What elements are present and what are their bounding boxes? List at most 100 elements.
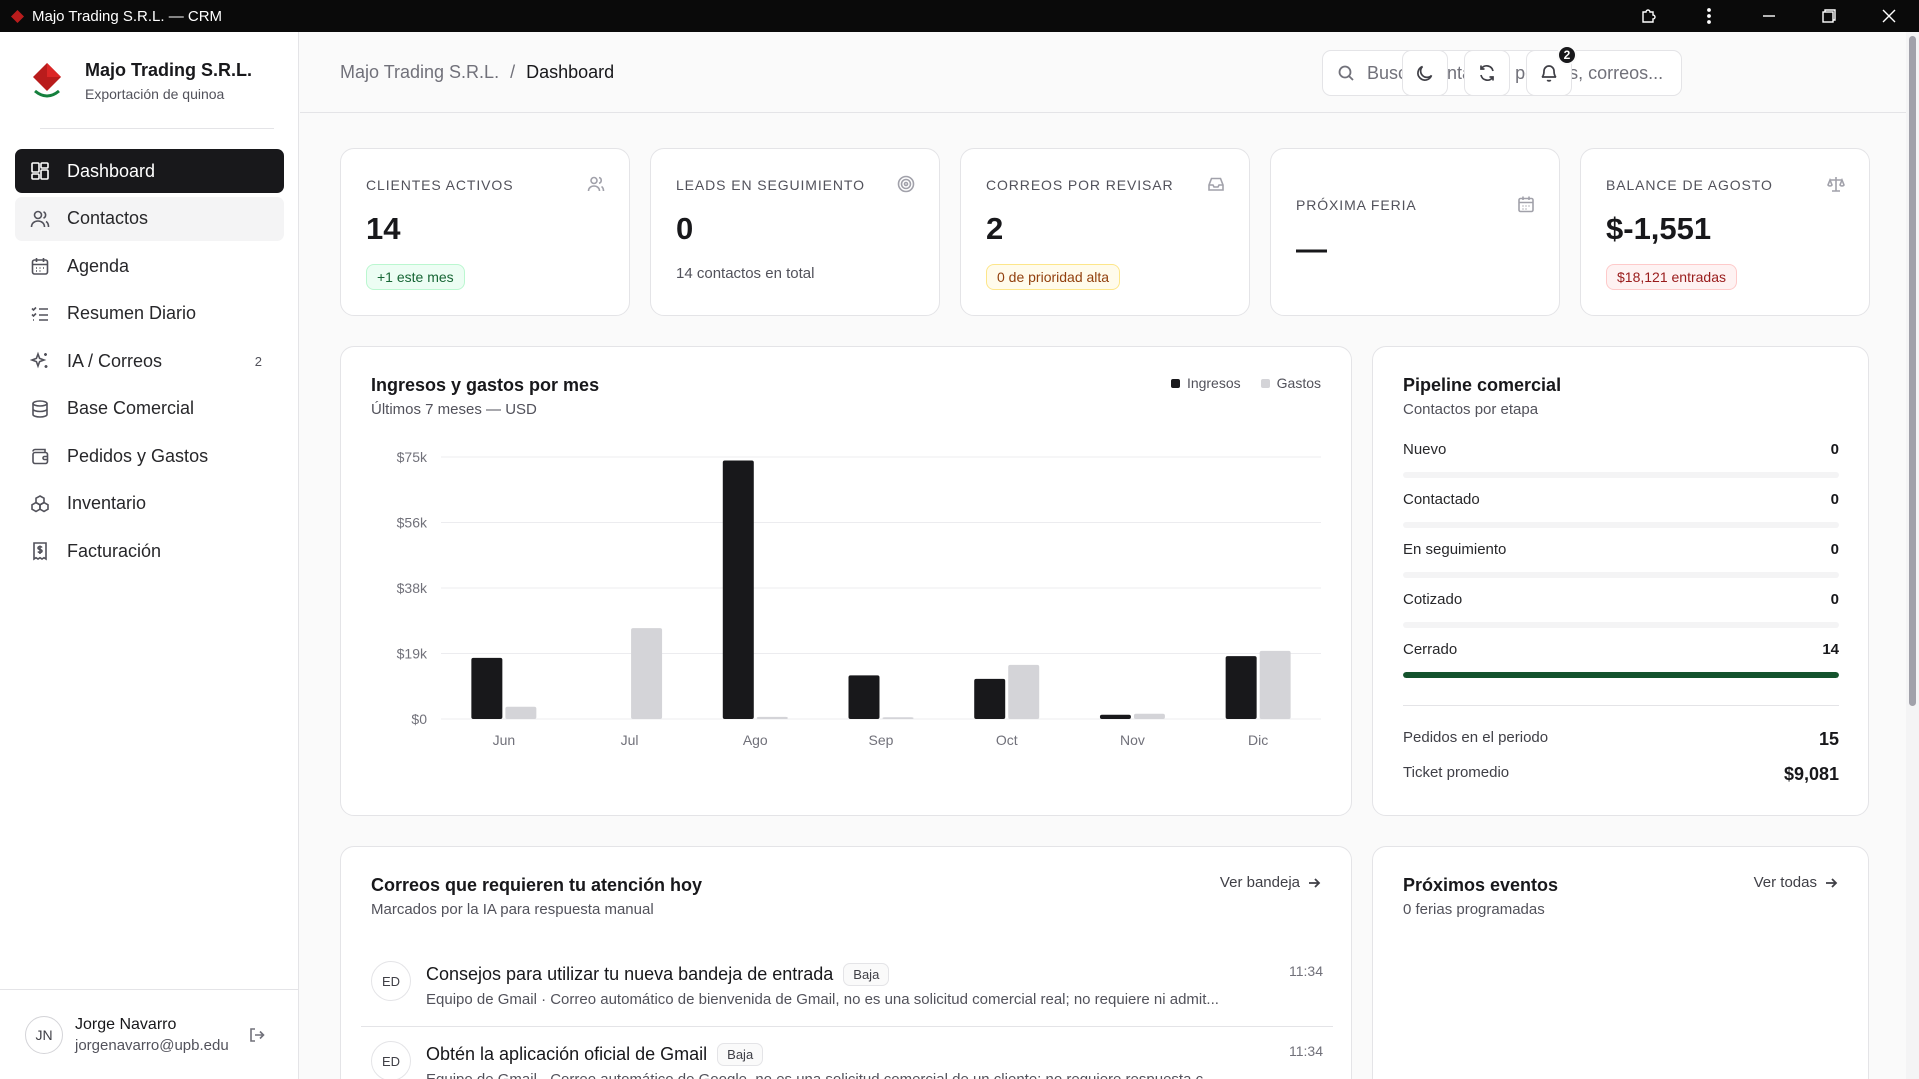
- sidebar: Majo Trading S.R.L. Exportación de quino…: [0, 32, 299, 1079]
- minimize-button[interactable]: [1739, 0, 1799, 32]
- search-icon: [1338, 65, 1354, 81]
- view-inbox-link[interactable]: Ver bandeja: [1220, 874, 1321, 891]
- pipeline-stage-en-seguimiento[interactable]: En seguimiento 0: [1403, 541, 1839, 578]
- y-tick-label: $0: [411, 711, 427, 727]
- sidebar-item-ia-correos[interactable]: IA / Correos 2: [15, 339, 284, 383]
- x-tick-label: Nov: [1120, 732, 1145, 748]
- stat-card-correos-revisar: CORREOS POR REVISAR 2 0 de prioridad alt…: [960, 148, 1250, 316]
- sidebar-item-resumen-diario[interactable]: Resumen Diario: [15, 292, 284, 336]
- divider: [1403, 705, 1839, 706]
- stat-value: 14: [366, 211, 401, 246]
- bell-icon: [1541, 65, 1557, 82]
- stage-count: 0: [1830, 591, 1839, 608]
- y-tick-label: $19k: [397, 646, 428, 662]
- bar-chart: $0 $19k $38k $56k $75k Jun Jul Ago Sep Oct Nov Dic: [397, 449, 1321, 748]
- sidebar-item-dashboard[interactable]: Dashboard: [15, 149, 284, 193]
- close-button[interactable]: [1859, 0, 1919, 32]
- logout-button[interactable]: [248, 1026, 266, 1049]
- notifications-button[interactable]: 2: [1526, 45, 1577, 96]
- pipeline-stage-nuevo[interactable]: Nuevo 0: [1403, 441, 1839, 478]
- stat-value: 2: [986, 211, 1004, 246]
- bar-gastos: [505, 706, 537, 719]
- breadcrumb: Majo Trading S.R.L. / Dashboard: [340, 62, 614, 83]
- wallet-icon: [32, 448, 49, 465]
- breadcrumb-current: Dashboard: [526, 62, 615, 82]
- brand[interactable]: Majo Trading S.R.L. Exportación de quino…: [29, 58, 252, 102]
- stat-value: $-1,551: [1606, 211, 1712, 246]
- pipeline-title: Pipeline comercial: [1403, 375, 1562, 395]
- view-all-events-link[interactable]: Ver todas: [1754, 874, 1838, 891]
- bar-ingresos: [471, 657, 503, 719]
- bar-ingresos: [848, 675, 880, 719]
- refresh-button[interactable]: [1464, 50, 1510, 96]
- sidebar-item-label: Inventario: [67, 493, 147, 513]
- email-subject: Obtén la aplicación oficial de Gmail: [426, 1044, 708, 1064]
- arrow-right-icon: [1309, 877, 1321, 888]
- sidebar-item-label: Agenda: [67, 255, 130, 276]
- window-title: Majo Trading S.R.L. — CRM: [32, 7, 223, 25]
- scrollbar-thumb[interactable]: [1909, 36, 1916, 706]
- bar-gastos: [1133, 713, 1165, 719]
- email-subject: Consejos para utilizar tu nueva bandeja …: [426, 964, 834, 984]
- window-titlebar: Majo Trading S.R.L. — CRM: [0, 0, 1919, 32]
- pipeline-stage-contactado[interactable]: Contactado 0: [1403, 491, 1839, 528]
- sidebar-item-label: Facturación: [67, 540, 162, 561]
- sidebar-item-facturacion[interactable]: Facturación: [15, 529, 284, 573]
- stage-label: Nuevo: [1403, 441, 1447, 458]
- stat-card-leads-seguimiento: LEADS EN SEGUIMIENTO 0 14 contactos en t…: [650, 148, 940, 316]
- sender-avatar: ED: [371, 961, 411, 1001]
- users-icon: [587, 176, 605, 192]
- email-snippet: Equipo de Gmail · Correo automático de b…: [426, 991, 1219, 1008]
- top-header: Majo Trading S.R.L. / Dashboard 2: [300, 32, 1919, 113]
- restore-button[interactable]: [1799, 0, 1859, 32]
- income-expense-chart-card: Ingresos y gastos por mes Últimos 7 mese…: [340, 346, 1352, 816]
- avatar[interactable]: JN: [25, 1015, 63, 1054]
- priority-emails-card: Correos que requieren tu atención hoy Ma…: [340, 846, 1352, 1079]
- brand-subtitle: Exportación de quinoa: [85, 86, 225, 102]
- users-icon: [30, 210, 50, 227]
- sidebar-item-contactos[interactable]: Contactos: [15, 196, 284, 241]
- sidebar-item-label: Base Comercial: [67, 398, 195, 418]
- bar-ingresos: [974, 678, 1006, 719]
- metric-label: Pedidos en el periodo: [1403, 729, 1549, 746]
- pipeline-stage-cotizado[interactable]: Cotizado 0: [1403, 591, 1839, 628]
- sidebar-item-label: IA / Correos: [67, 350, 163, 371]
- stage-progress-bar: [1403, 522, 1839, 528]
- boxes-icon: [31, 494, 49, 512]
- ticket-metric: Ticket promedio $9,081: [1403, 764, 1839, 785]
- sidebar-item-base-comercial[interactable]: Base Comercial: [15, 387, 284, 431]
- sidebar-item-pedidos-gastos[interactable]: Pedidos y Gastos: [15, 434, 284, 478]
- stage-progress-bar: [1403, 472, 1839, 478]
- sidebar-item-label: Dashboard: [67, 160, 156, 181]
- sidebar-item-inventario[interactable]: Inventario: [15, 482, 284, 526]
- bar-gastos: [1008, 664, 1040, 719]
- divider: [40, 128, 274, 129]
- more-menu-icon[interactable]: [1679, 0, 1739, 32]
- pipeline-stage-cerrado[interactable]: Cerrado 14: [1403, 641, 1839, 678]
- user-panel: JN Jorge Navarro jorgenavarro@upb.edu: [0, 989, 298, 1079]
- priority-tag: Baja: [717, 1043, 764, 1066]
- stage-progress-bar: [1403, 572, 1839, 578]
- sidebar-nav: Dashboard Contactos Agenda Resumen Diari…: [15, 149, 284, 577]
- y-tick-label: $75k: [397, 449, 428, 465]
- notification-count-badge: 2: [1557, 45, 1577, 65]
- breadcrumb-root[interactable]: Majo Trading S.R.L.: [340, 62, 499, 83]
- stage-label: Contactado: [1403, 491, 1480, 508]
- x-tick-label: Oct: [996, 732, 1018, 748]
- x-tick-label: Jul: [621, 732, 639, 748]
- email-list-item[interactable]: ED Obtén la aplicación oficial de Gmail B…: [361, 1029, 1333, 1079]
- stat-label: CORREOS POR REVISAR: [986, 177, 1174, 193]
- stat-note: 14 contactos en total: [676, 265, 815, 282]
- calendar-icon: [31, 258, 49, 275]
- upcoming-events-card: Próximos eventos 0 ferias programadas Ve…: [1372, 846, 1869, 1079]
- sidebar-item-agenda[interactable]: Agenda: [15, 244, 284, 288]
- stage-count: 14: [1822, 641, 1839, 658]
- extensions-icon[interactable]: [1619, 0, 1679, 32]
- page-scrollbar[interactable]: [1906, 32, 1919, 1079]
- email-time: 11:34: [1289, 1043, 1323, 1059]
- bar-gastos: [882, 717, 914, 719]
- bar-gastos: [631, 628, 663, 719]
- theme-toggle-button[interactable]: [1402, 50, 1448, 96]
- email-list-item[interactable]: ED Consejos para utilizar tu nueva bande…: [361, 949, 1333, 1027]
- stat-card-clientes-activos: CLIENTES ACTIVOS 14 +1 este mes: [340, 148, 630, 316]
